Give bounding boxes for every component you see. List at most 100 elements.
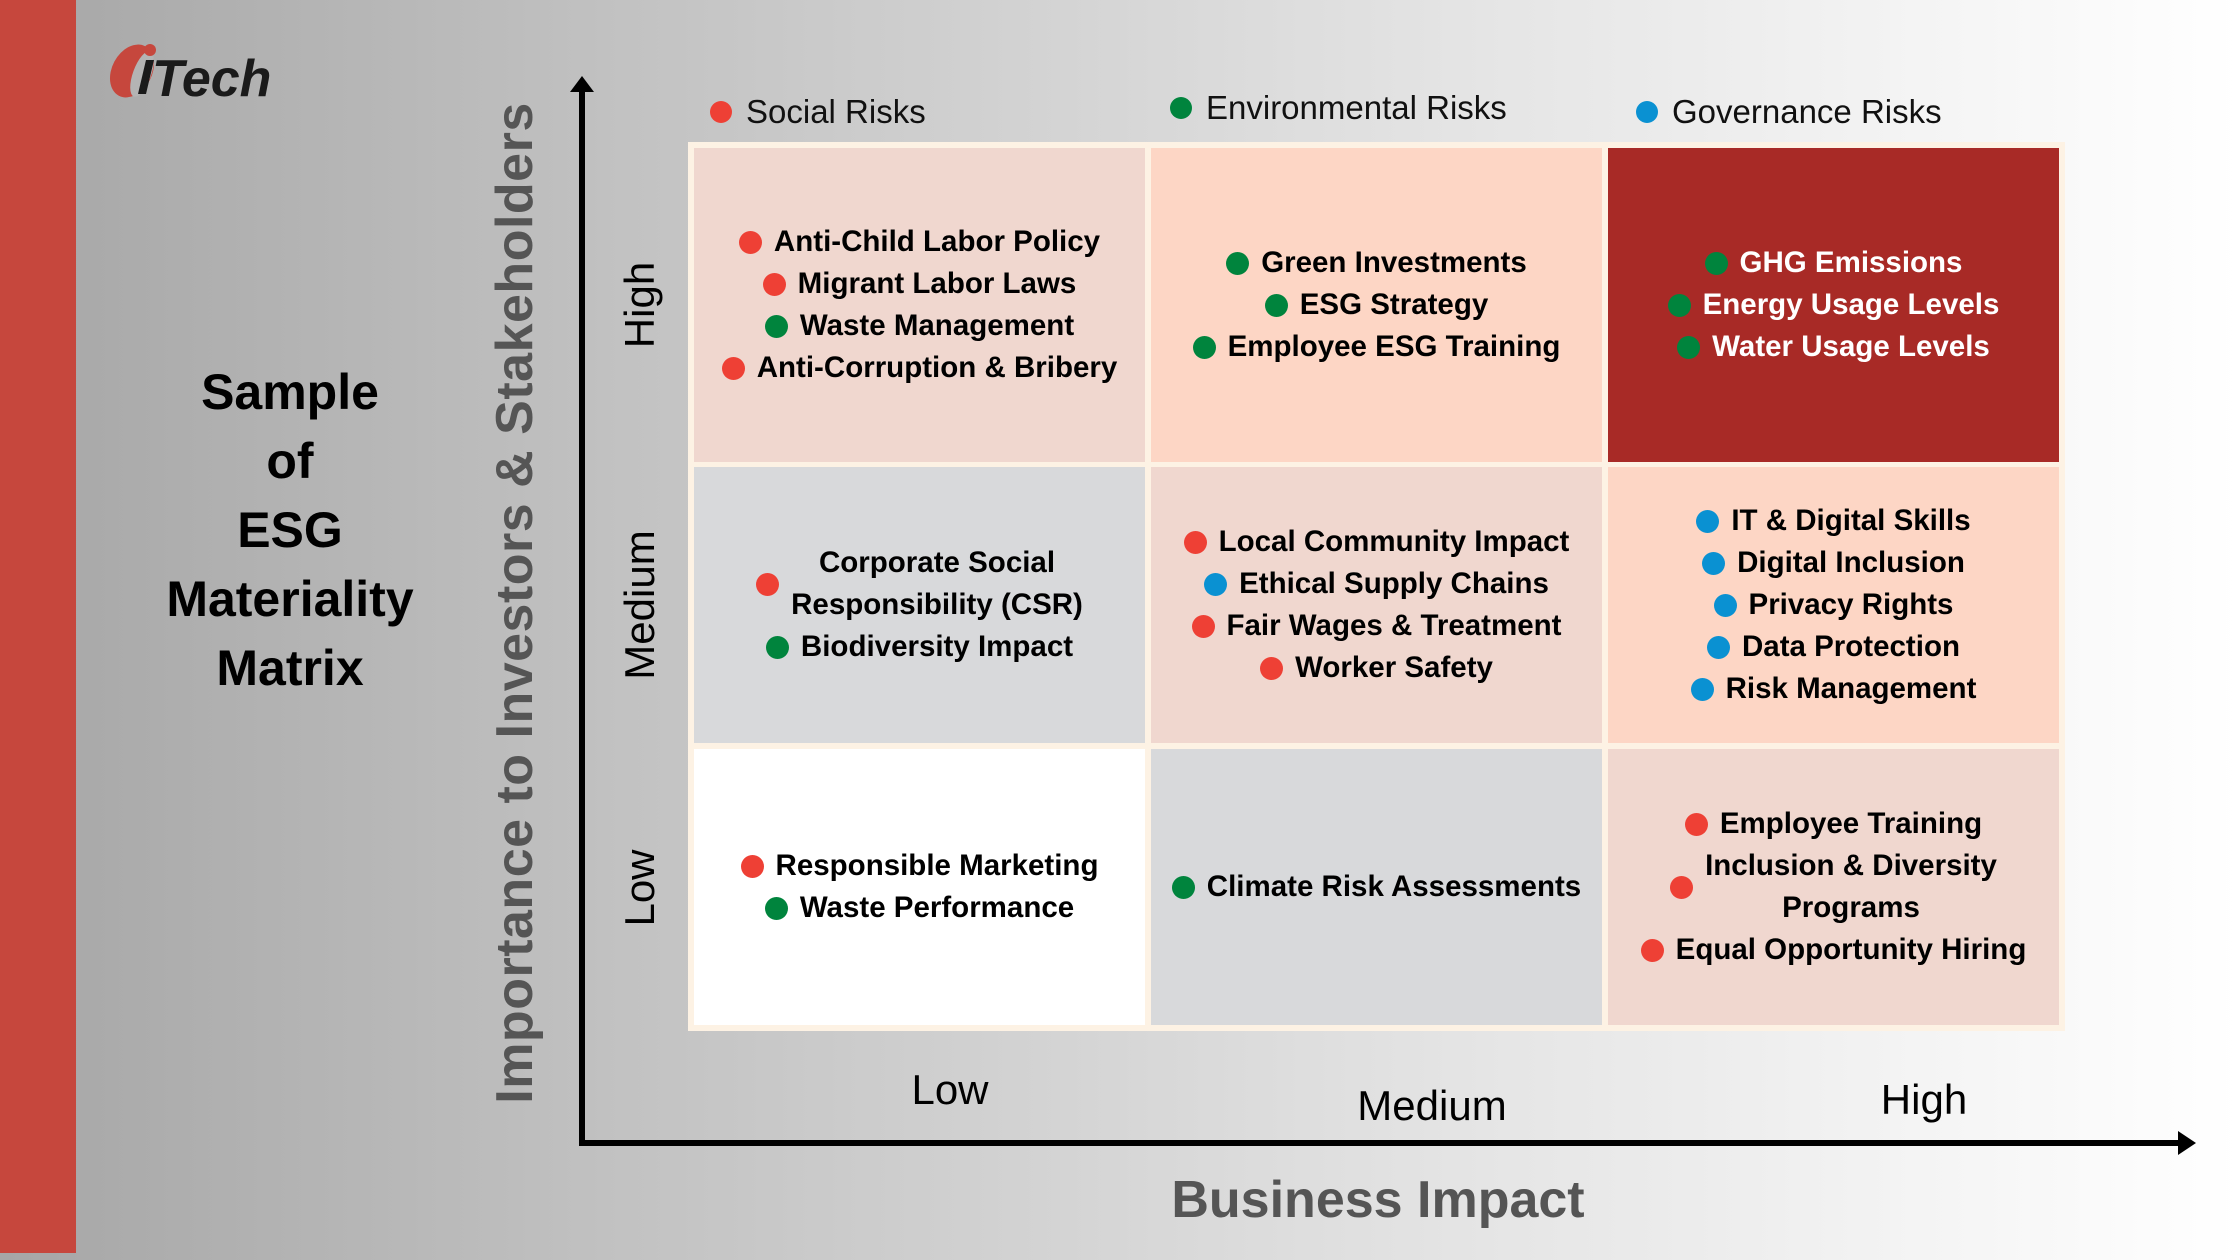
matrix-item: Digital Inclusion <box>1702 542 1965 584</box>
matrix-cell-medium-importance-low-impact: Corporate Social Responsibility (CSR) Bio… <box>694 467 1145 743</box>
matrix-item: Local Community Impact <box>1183 521 1570 563</box>
matrix-item: Green Investments <box>1226 242 1527 284</box>
governance-risk-dot-icon <box>1706 635 1730 659</box>
legend-environmental: Environmental Risks <box>1170 89 1507 127</box>
environmental-risk-dot-icon <box>1171 875 1195 899</box>
environmental-risk-dot-icon <box>1226 251 1250 275</box>
matrix-item-label: Green Investments <box>1261 246 1527 279</box>
environmental-risk-dot-icon <box>1192 335 1216 359</box>
governance-risk-dot-icon <box>1204 572 1228 596</box>
social-risk-dot-icon <box>1183 530 1207 554</box>
matrix-item: Corporate Social Responsibility (CSR) <box>756 542 1083 626</box>
matrix-item: Climate Risk Assessments <box>1171 866 1582 908</box>
matrix-item: Data Protection <box>1706 626 1960 668</box>
matrix-cell-low-importance-high-impact: Employee Training Inclusion & Diversity P… <box>1608 749 2059 1025</box>
governance-risk-dot-icon <box>1702 551 1726 575</box>
matrix-item: ESG Strategy <box>1264 284 1489 326</box>
matrix-cell-medium-importance-high-impact: IT & Digital Skills Digital Inclusion Priv… <box>1608 467 2059 743</box>
matrix-item: Risk Management <box>1690 668 1977 710</box>
environmental-risk-dot-icon <box>764 314 788 338</box>
governance-risk-dot-icon <box>1696 509 1720 533</box>
matrix-item-label: Digital Inclusion <box>1737 546 1965 579</box>
matrix-item-label: Waste Management <box>799 309 1075 342</box>
social-risk-dot-icon <box>1670 875 1694 899</box>
matrix-item: Employee ESG Training <box>1192 326 1561 368</box>
social-dot-icon <box>710 101 732 123</box>
matrix-item-label: Risk Management <box>1725 672 1977 705</box>
matrix-item-label: Ethical Supply Chains <box>1239 567 1549 600</box>
x-axis-title: Business Impact <box>1171 1171 1585 1229</box>
matrix-cell-low-importance-medium-impact: Climate Risk Assessments <box>1151 749 1602 1025</box>
environmental-risk-dot-icon <box>1677 335 1701 359</box>
matrix-item-label: Equal Opportunity Hiring <box>1675 933 2027 966</box>
matrix-item: Employee Training <box>1684 803 1982 845</box>
environmental-risk-dot-icon <box>1704 251 1728 275</box>
matrix-item-label: Climate Risk Assessments <box>1206 870 1582 903</box>
x-tick-low: Low <box>911 1066 989 1113</box>
legend-social: Social Risks <box>710 93 926 131</box>
matrix-item: Energy Usage Levels <box>1667 284 2000 326</box>
matrix-item: Waste Performance <box>764 887 1075 929</box>
matrix-cell-high-importance-medium-impact: Green Investments ESG Strategy Employee ES… <box>1151 148 1602 462</box>
matrix-item-label: Employee ESG Training <box>1227 330 1561 363</box>
matrix-item: Ethical Supply Chains <box>1204 563 1549 605</box>
social-risk-dot-icon <box>1191 614 1215 638</box>
matrix-item: Water Usage Levels <box>1677 326 1990 368</box>
x-axis-arrow-icon <box>2178 1131 2196 1155</box>
matrix-item: Anti-Child Labor Policy <box>738 221 1101 263</box>
social-risk-dot-icon <box>1640 938 1664 962</box>
matrix-item: Worker Safety <box>1260 647 1493 689</box>
environmental-risk-dot-icon <box>1667 293 1691 317</box>
matrix-grid: Anti-Child Labor Policy Migrant Labor Law… <box>688 142 2065 1031</box>
matrix-item-label: Inclusion & Diversity Programs <box>1705 849 1997 924</box>
social-risk-dot-icon <box>721 356 745 380</box>
matrix-item-label: Privacy Rights <box>1748 588 1954 621</box>
governance-risk-dot-icon <box>1690 677 1714 701</box>
social-risk-dot-icon <box>738 230 762 254</box>
matrix-item-label: Local Community Impact <box>1218 525 1570 558</box>
matrix-item-label: Corporate Social Responsibility (CSR) <box>791 546 1083 621</box>
matrix-item-label: Energy Usage Levels <box>1702 288 2000 321</box>
environmental-risk-dot-icon <box>1264 293 1288 317</box>
x-tick-medium: Medium <box>1357 1082 1507 1129</box>
environmental-risk-dot-icon <box>765 635 789 659</box>
matrix-item-label: Migrant Labor Laws <box>797 267 1077 300</box>
matrix-item-label: IT & Digital Skills <box>1731 504 1971 537</box>
matrix-item-label: Waste Performance <box>799 891 1075 924</box>
legend-governance: Governance Risks <box>1636 93 1942 131</box>
environmental-risk-dot-icon <box>764 896 788 920</box>
matrix-item: Migrant Labor Laws <box>762 263 1077 305</box>
matrix-item: Anti-Corruption & Bribery <box>721 347 1118 389</box>
y-tick-low: Low <box>616 849 663 927</box>
matrix-item: GHG Emissions <box>1704 242 1963 284</box>
social-risk-dot-icon <box>756 572 780 596</box>
legend-label: Governance Risks <box>1672 93 1942 130</box>
matrix-cell-low-importance-low-impact: Responsible Marketing Waste Performance <box>694 749 1145 1025</box>
matrix-item-label: Data Protection <box>1741 630 1960 663</box>
matrix-cell-high-importance-low-impact: Anti-Child Labor Policy Migrant Labor Law… <box>694 148 1145 462</box>
social-risk-dot-icon <box>762 272 786 296</box>
matrix-cell-medium-importance-medium-impact: Local Community Impact Ethical Supply Cha… <box>1151 467 1602 743</box>
matrix-item: Privacy Rights <box>1713 584 1954 626</box>
social-risk-dot-icon <box>1260 656 1284 680</box>
legend-label: Environmental Risks <box>1206 89 1507 126</box>
matrix-item-label: Biodiversity Impact <box>800 630 1074 663</box>
y-tick-medium: Medium <box>616 530 663 680</box>
matrix-item-label: GHG Emissions <box>1739 246 1963 279</box>
legend-label: Social Risks <box>746 93 926 130</box>
social-risk-dot-icon <box>740 854 764 878</box>
matrix-item-label: Anti-Child Labor Policy <box>773 225 1101 258</box>
matrix-item-label: Water Usage Levels <box>1712 330 1990 363</box>
matrix-item: Equal Opportunity Hiring <box>1640 929 2027 971</box>
matrix-item-label: Fair Wages & Treatment <box>1226 609 1562 642</box>
matrix-item: IT & Digital Skills <box>1696 500 1971 542</box>
y-axis-title: Importance to Investors & Stakeholders <box>486 102 544 1104</box>
matrix-item-label: Anti-Corruption & Bribery <box>756 351 1118 384</box>
matrix-item: Waste Management <box>764 305 1075 347</box>
matrix-item-label: Responsible Marketing <box>775 849 1099 882</box>
matrix-item: Responsible Marketing <box>740 845 1099 887</box>
matrix-item: Inclusion & Diversity Programs <box>1670 845 1997 929</box>
matrix-cell-high-importance-high-impact: GHG Emissions Energy Usage Levels Water Us… <box>1608 148 2059 462</box>
matrix-item-label: ESG Strategy <box>1299 288 1489 321</box>
matrix-item: Fair Wages & Treatment <box>1191 605 1562 647</box>
